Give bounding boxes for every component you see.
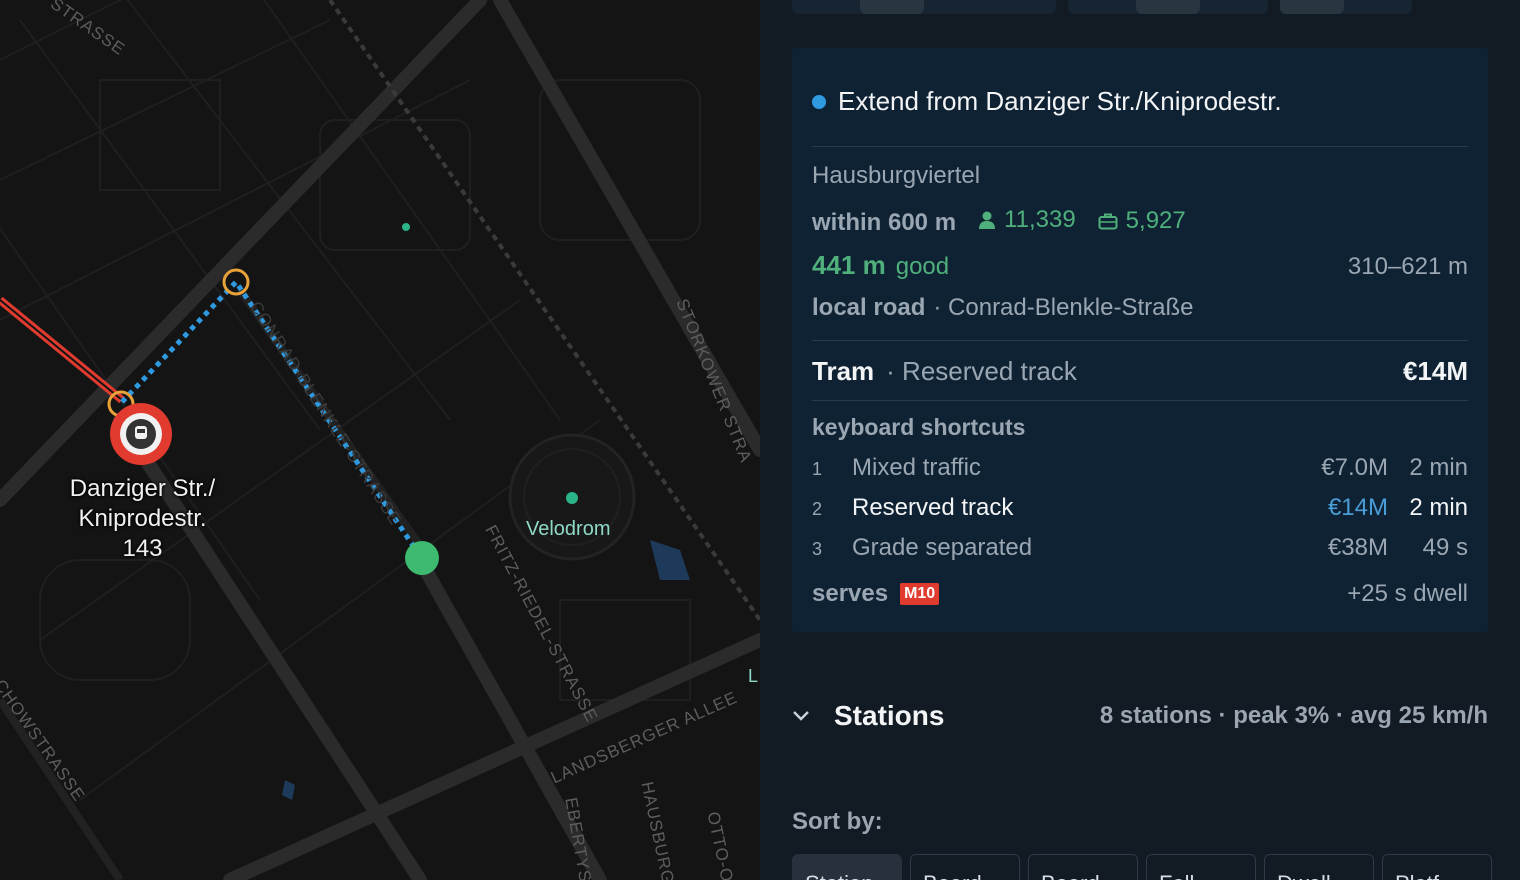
stations-section-header[interactable]: Stations 8 stations · peak 3% · avg 25 k… [792, 700, 1488, 732]
shortcut-label: Mixed traffic [852, 454, 981, 481]
distance-value: 441 m [812, 250, 886, 280]
area-row: Hausburgviertel [812, 162, 1468, 190]
shortcut-option[interactable]: 3 Grade separated €38M 49 s [812, 534, 1468, 562]
sort-button-platform[interactable]: Platf [1382, 854, 1492, 880]
shortcut-cost: €38M [1327, 534, 1388, 561]
station-label-line1: Danziger Str./ [69, 475, 216, 502]
shortcuts-heading-row: keyboard shortcuts [812, 414, 1468, 441]
shortcuts-heading: keyboard shortcuts [812, 414, 1026, 440]
serves-label: serves [812, 580, 889, 607]
new-station-marker [405, 541, 439, 575]
population-value: 11,339 [1004, 206, 1076, 233]
station-label-line2: Kniprodestr. [78, 505, 207, 532]
stations-title: Stations [834, 700, 945, 731]
sort-button-dwell[interactable]: Dwell [1264, 854, 1374, 880]
jobs-value: 5,927 [1125, 207, 1186, 234]
water-icon [650, 540, 690, 580]
chevron-down-icon[interactable] [792, 705, 834, 728]
map-view[interactable]: Danziger Str./ Kniprodestr. 143 Velodrom… [0, 0, 760, 880]
distance-range: 310–621 m [1347, 253, 1468, 280]
jobs-stat: 5,927 [1098, 207, 1186, 235]
area-name: Hausburgviertel [812, 162, 981, 189]
sort-button-fall[interactable]: Fall [1146, 854, 1256, 880]
sort-button-board[interactable]: Board [910, 854, 1020, 880]
top-tabs [792, 0, 1412, 14]
shortcut-option[interactable]: 1 Mixed traffic €7.0M 2 min [812, 454, 1468, 482]
dwell-time: +25 s dwell [1347, 580, 1468, 607]
serves-row: serves M10 +25 s dwell [812, 580, 1468, 608]
distance-row: 441 m good 310–621 m [812, 250, 1468, 281]
distance-rating: good [895, 253, 950, 280]
edge-label: L [748, 666, 759, 686]
mode-option: · Reserved track [886, 356, 1077, 386]
waypoint-ring [222, 268, 250, 296]
catchment-row: within 600 m 11,339 5,927 [812, 206, 1468, 237]
divider [812, 400, 1468, 401]
station-label-count: 143 [122, 535, 163, 562]
sort-button-board-2[interactable]: Board [1028, 854, 1138, 880]
shortcut-time: 2 min [1409, 454, 1468, 481]
mode-row[interactable]: Tram · Reserved track €14M [812, 356, 1468, 387]
road-name: · Conrad-Blenkle-Straße [933, 294, 1194, 321]
extension-card: Extend from Danziger Str./Kniprodestr. H… [792, 48, 1488, 632]
shortcut-label: Reserved track [852, 494, 1014, 521]
catchment-radius: within 600 m [812, 209, 957, 236]
shortcut-option-selected[interactable]: 2 Reserved track €14M 2 min [812, 494, 1468, 522]
shortcut-key: 2 [812, 499, 823, 519]
shortcut-cost: €14M [1327, 494, 1388, 521]
shortcut-time: 2 min [1409, 494, 1468, 521]
line-badge[interactable]: M10 [900, 583, 940, 605]
top-segment[interactable] [792, 0, 1056, 14]
shortcut-key: 3 [812, 539, 823, 559]
shortcut-label: Grade separated [852, 534, 1033, 561]
card-title-text: Extend from Danziger Str./Kniprodestr. [838, 86, 1282, 116]
sort-label: Sort by: [792, 808, 883, 835]
card-title: Extend from Danziger Str./Kniprodestr. [812, 86, 1282, 117]
person-icon [979, 211, 996, 229]
station-label: Danziger Str./ Kniprodestr. 143 [40, 474, 245, 564]
road-row: local road · Conrad-Blenkle-Straße [812, 294, 1468, 322]
line-color-dot [812, 94, 826, 109]
side-panel: Extend from Danziger Str./Kniprodestr. H… [760, 0, 1520, 880]
sort-button-station[interactable]: Station [792, 854, 902, 880]
top-segment[interactable] [1068, 0, 1268, 14]
shortcut-key: 1 [812, 459, 823, 479]
mode-cost: €14M [1402, 356, 1468, 386]
stations-summary: 8 stations · peak 3% · avg 25 km/h [1099, 702, 1488, 729]
divider [812, 146, 1468, 147]
population-stat: 11,339 [978, 206, 1076, 234]
mode-name: Tram [812, 356, 875, 386]
briefcase-icon [1098, 213, 1118, 230]
shortcut-cost: €7.0M [1321, 454, 1388, 481]
poi-label: Velodrom [526, 518, 611, 540]
shortcut-time: 49 s [1422, 534, 1468, 561]
sort-buttons: Station Board Board Fall Dwell Platf [792, 854, 1492, 880]
velodrom-icon [566, 492, 578, 504]
divider [812, 340, 1468, 341]
road-type: local road [812, 294, 926, 321]
top-segment[interactable] [1280, 0, 1412, 14]
